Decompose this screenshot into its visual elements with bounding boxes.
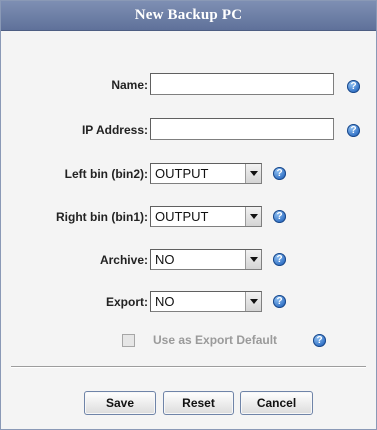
export-label: Export: (106, 295, 148, 309)
archive-label: Archive: (99, 253, 148, 267)
name-label: Name: (111, 78, 148, 92)
export-default-label: Use as Export Default (153, 333, 278, 347)
name-input[interactable] (150, 73, 334, 95)
chevron-down-icon[interactable] (245, 292, 261, 311)
export-select[interactable]: NO (150, 291, 262, 312)
export-selected-value: NO (155, 294, 175, 309)
help-icon[interactable]: ? (313, 334, 326, 347)
left-bin-select[interactable]: OUTPUT (150, 163, 262, 184)
reset-button[interactable]: Reset (163, 391, 234, 415)
chevron-down-icon[interactable] (245, 207, 261, 226)
help-icon[interactable]: ? (273, 253, 286, 266)
export-default-checkbox (122, 334, 135, 347)
left-bin-label: Left bin (bin2): (64, 167, 148, 181)
chevron-down-icon[interactable] (245, 250, 261, 269)
right-bin-selected-value: OUTPUT (155, 209, 209, 224)
help-icon[interactable]: ? (273, 295, 286, 308)
chevron-down-icon[interactable] (245, 164, 261, 183)
right-bin-label: Right bin (bin1): (56, 210, 148, 224)
ip-address-input[interactable] (150, 118, 334, 140)
ip-address-label: IP Address: (81, 123, 148, 137)
help-icon[interactable]: ? (273, 167, 286, 180)
dialog-title: New Backup PC (1, 1, 376, 31)
help-icon[interactable]: ? (273, 210, 286, 223)
cancel-button[interactable]: Cancel (240, 391, 313, 415)
help-icon[interactable]: ? (347, 124, 360, 137)
divider (11, 366, 366, 368)
new-backup-pc-dialog: New Backup PC Name: ? IP Address: ? Left… (0, 0, 377, 430)
save-button[interactable]: Save (84, 391, 156, 415)
right-bin-select[interactable]: OUTPUT (150, 206, 262, 227)
left-bin-selected-value: OUTPUT (155, 166, 209, 181)
help-icon[interactable]: ? (347, 80, 360, 93)
archive-select[interactable]: NO (150, 249, 262, 270)
archive-selected-value: NO (155, 252, 175, 267)
